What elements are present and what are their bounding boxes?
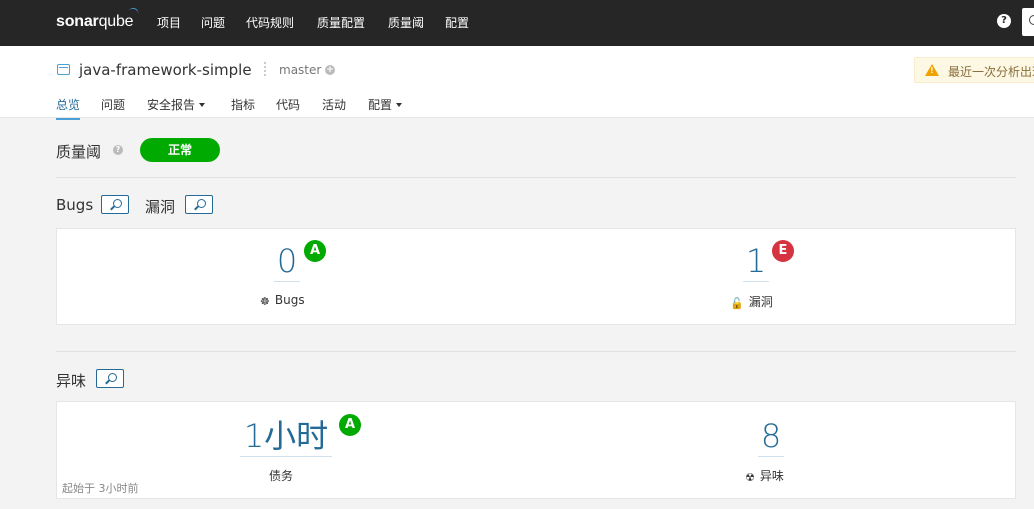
nav-rules[interactable]: 代码规则 [246, 14, 294, 31]
vulnerabilities-rating-badge[interactable]: E [772, 240, 794, 262]
vulnerabilities-label: 🔓 漏洞 [730, 295, 773, 310]
nav-quality-gates[interactable]: 质量阈 [388, 14, 424, 31]
code-smells-card: 1小时 A 债务 8 ☢ 异味 起始于 3小时前 [56, 401, 1016, 499]
nav-issues[interactable]: 问题 [201, 14, 225, 31]
bugs-drilldown-icon[interactable] [101, 195, 129, 214]
nav-administration[interactable]: 配置 [445, 14, 469, 31]
search-input[interactable] [1022, 8, 1034, 36]
bugs-rating-badge[interactable]: A [304, 240, 326, 262]
tab-code[interactable]: 代码 [276, 96, 300, 113]
project-icon [57, 64, 70, 75]
debt-rating-badge[interactable]: A [339, 414, 361, 436]
sonarqube-logo[interactable]: sonarqube [56, 6, 141, 31]
nav-projects[interactable]: 项目 [157, 14, 181, 31]
bugs-value[interactable]: 0 [274, 241, 300, 282]
project-name[interactable]: java-framework-simple [79, 61, 252, 79]
project-header: java-framework-simple master + 最近一次分析出现 … [0, 46, 1034, 120]
tab-security-reports[interactable]: 安全报告 [147, 96, 206, 113]
search-icon [1029, 15, 1034, 25]
debt-label: 债务 [269, 469, 294, 483]
divider [56, 351, 1016, 352]
help-icon[interactable]: ? [113, 145, 123, 155]
code-smells-section-title: 异味 [56, 372, 87, 390]
chevron-down-icon [199, 103, 206, 107]
quality-gate-status-badge: 正常 [140, 138, 220, 162]
bugs-section-title: Bugs [56, 196, 94, 214]
analysis-warning[interactable]: 最近一次分析出现 [914, 57, 1034, 83]
branch-name[interactable]: master [279, 63, 321, 77]
tab-issues[interactable]: 问题 [101, 96, 125, 113]
branch-icon [262, 62, 268, 77]
bug-icon: ☸ [260, 295, 270, 308]
nav-quality-profiles[interactable]: 质量配置 [317, 14, 365, 31]
bugs-vulnerabilities-card: 0 A ☸ Bugs 1 E 🔓 漏洞 [56, 228, 1016, 325]
tab-activity[interactable]: 活动 [322, 96, 346, 113]
divider [56, 177, 1016, 178]
debt-value[interactable]: 1小时 [240, 416, 332, 457]
code-smells-drilldown-icon[interactable] [96, 369, 124, 388]
lock-icon: 🔓 [730, 297, 744, 310]
tab-measures[interactable]: 指标 [231, 96, 255, 113]
add-branch-icon[interactable]: + [325, 65, 335, 75]
new-code-period: 起始于 3小时前 [62, 482, 139, 495]
top-navbar: sonarqube 项目 问题 代码规则 质量配置 质量阈 配置 ? [0, 0, 1034, 46]
vulnerabilities-section-title: 漏洞 [145, 198, 176, 216]
vulnerabilities-drilldown-icon[interactable] [185, 195, 213, 214]
help-icon[interactable]: ? [997, 14, 1011, 28]
code-smells-label: ☢ 异味 [745, 469, 784, 484]
radiation-icon: ☢ [745, 471, 755, 484]
warning-icon [925, 64, 939, 76]
chevron-down-icon [396, 103, 403, 107]
tab-administration[interactable]: 配置 [368, 96, 403, 113]
tab-overview[interactable]: 总览 [56, 96, 81, 120]
quality-gate-label: 质量阈 [56, 143, 102, 161]
vulnerabilities-value[interactable]: 1 [743, 241, 769, 282]
warning-text: 最近一次分析出现 [948, 65, 1034, 79]
code-smells-value[interactable]: 8 [758, 416, 784, 457]
bugs-label: ☸ Bugs [260, 293, 305, 308]
